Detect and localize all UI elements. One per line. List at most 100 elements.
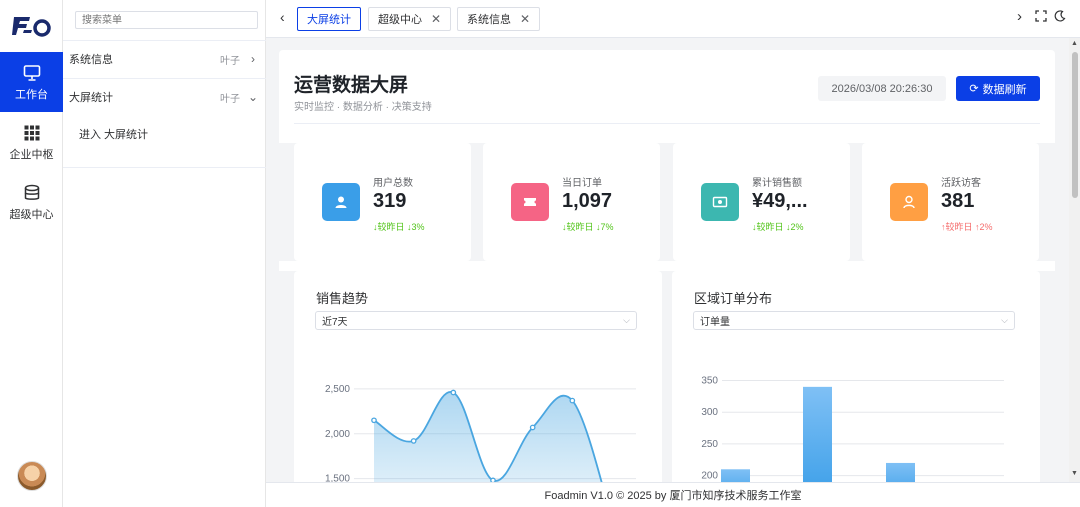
rail-item-workbench[interactable]: 工作台 (0, 52, 63, 112)
menu-item-label: 系统信息 (69, 54, 113, 66)
rail-item-label: 工作台 (15, 89, 48, 101)
rail-item-enterprise-hub[interactable]: 企业中枢 (0, 112, 63, 172)
database-icon (24, 184, 39, 200)
stat-card-sales[interactable]: 累计销售额 ¥49,... ↓较昨日 ↓2% (673, 143, 850, 261)
data-point (529, 424, 536, 431)
stat-cards: 用户总数 319 ↓较昨日 ↓3% 当日订单 1,097 ↓较昨日 ↓7% 累计… (279, 143, 1055, 261)
select-value: 近7天 (322, 317, 348, 328)
scrollbar-thumb[interactable] (1072, 52, 1078, 198)
money-icon (701, 183, 739, 221)
bar (803, 386, 832, 482)
page-title: 运营数据大屏 (294, 75, 409, 96)
chevron-right-icon: › (251, 52, 255, 66)
chart-cards: 销售趋势 近7天 ⌵ 1,500 2,000 2,500 区域订单分布 订单量 ⌵ … (279, 271, 1055, 482)
stat-name: 活跃访客 (941, 178, 981, 189)
stat-change: ↓较昨日 ↓3% (373, 222, 425, 232)
stat-value: ¥49,... (752, 190, 808, 212)
stat-card-users[interactable]: 用户总数 319 ↓较昨日 ↓3% (294, 143, 471, 261)
avatar[interactable] (17, 461, 47, 491)
chevron-down-icon: ⌵ (1001, 315, 1008, 325)
dashboard-panel: 运营数据大屏 实时监控 · 数据分析 · 决策支持 2026/03/08 20:… (279, 50, 1055, 482)
close-icon[interactable]: ✕ (520, 12, 530, 26)
divider (294, 123, 1040, 124)
tab-system-info[interactable]: 系统信息 ✕ (457, 7, 541, 31)
stat-card-visitors[interactable]: 活跃访客 381 ↑较昨日 ↑2% (862, 143, 1039, 261)
person-icon (890, 183, 928, 221)
stat-value: 381 (941, 190, 975, 212)
stat-value: 1,097 (562, 190, 613, 212)
region-orders-chart: 200 250 300 350 (701, 376, 1004, 482)
menu-item-tag: 叶子 (220, 55, 240, 67)
stat-name: 用户总数 (373, 178, 413, 189)
metric-select[interactable]: 订单量 ⌵ (693, 311, 1015, 330)
chevron-left-icon[interactable]: ‹ (280, 9, 285, 25)
y-tick-label: 2,000 (325, 429, 350, 440)
main-content: 运营数据大屏 实时监控 · 数据分析 · 决策支持 2026/03/08 20:… (266, 38, 1080, 482)
stat-value: 319 (373, 190, 407, 212)
stat-name: 累计销售额 (752, 178, 802, 189)
divider (63, 167, 266, 168)
close-icon[interactable]: ✕ (431, 12, 441, 26)
tab-label: 大屏统计 (307, 14, 351, 26)
select-value: 订单量 (700, 317, 730, 328)
data-point (371, 417, 377, 424)
sales-trend-chart: 1,500 2,000 2,500 (325, 384, 636, 482)
refresh-icon: ⟳ (969, 83, 979, 95)
stat-card-orders[interactable]: 当日订单 1,097 ↓较昨日 ↓7% (483, 143, 660, 261)
scroll-down-icon[interactable]: ▼ (1071, 470, 1078, 477)
app-logo[interactable] (12, 14, 52, 38)
menu-subitem-enter-big-screen[interactable]: 进入 大屏统计 (79, 126, 148, 142)
dark-mode-icon[interactable] (1054, 10, 1066, 25)
scroll-up-icon[interactable]: ▲ (1071, 40, 1078, 47)
rail-item-label: 企业中枢 (9, 149, 54, 161)
stat-change: ↓较昨日 ↓7% (562, 222, 614, 232)
menu-item-system-info[interactable]: 系统信息 叶子 › (63, 40, 266, 78)
y-tick-label: 2,500 (325, 384, 350, 395)
chevron-right-icon[interactable]: › (1017, 8, 1022, 25)
menu-search-input[interactable] (75, 11, 258, 29)
bar (721, 469, 750, 482)
menu-item-tag: 叶子 (220, 93, 240, 105)
data-point (450, 389, 457, 396)
footer: Foadmin V1.0 © 2025 by 厦门市知序技术服务工作室 (266, 482, 1080, 507)
grid-icon (24, 125, 39, 141)
monitor-icon (23, 65, 40, 81)
user-icon (322, 183, 360, 221)
chevron-down-icon: ⌵ (623, 315, 630, 325)
ticket-icon (511, 183, 549, 221)
y-tick-label: 300 (701, 407, 718, 418)
y-tick-label: 250 (701, 439, 718, 450)
datetime-display: 2026/03/08 20:26:30 (818, 76, 946, 101)
left-rail: 工作台 企业中枢 超级中心 (0, 0, 63, 507)
tab-bar: ‹ 大屏统计 超级中心 ✕ 系统信息 ✕ › (266, 0, 1080, 38)
card-title: 区域订单分布 (694, 291, 773, 306)
rail-item-super-center[interactable]: 超级中心 (0, 172, 63, 232)
refresh-label: 数据刷新 (982, 83, 1027, 96)
y-tick-label: 200 (701, 471, 718, 482)
tab-big-screen[interactable]: 大屏统计 (297, 7, 361, 31)
menu-item-label: 大屏统计 (69, 92, 113, 104)
bar (886, 462, 915, 482)
data-point (410, 438, 417, 444)
page-subtitle: 实时监控 · 数据分析 · 决策支持 (294, 102, 432, 113)
chevron-down-icon: ⌄ (248, 90, 259, 104)
data-point (569, 397, 576, 404)
sales-trend-card: 销售趋势 近7天 ⌵ 1,500 2,000 2,500 (294, 271, 662, 482)
tab-super-center[interactable]: 超级中心 ✕ (368, 7, 452, 31)
tab-label: 系统信息 (467, 14, 511, 26)
refresh-button[interactable]: ⟳ 数据刷新 (956, 76, 1040, 101)
y-tick-label: 350 (701, 376, 718, 387)
side-menu: 系统信息 叶子 › 大屏统计 叶子 ⌄ 进入 大屏统计 (63, 0, 266, 507)
stat-name: 当日订单 (562, 178, 602, 189)
stat-change: ↑较昨日 ↑2% (941, 222, 993, 232)
rail-item-label: 超级中心 (9, 209, 54, 221)
stat-change: ↓较昨日 ↓2% (752, 222, 804, 232)
region-orders-card: 区域订单分布 订单量 ⌵ 200 250 300 350 (672, 271, 1040, 482)
y-tick-label: 1,500 (325, 474, 350, 482)
menu-item-big-screen[interactable]: 大屏统计 叶子 ⌄ (63, 78, 266, 116)
card-title: 销售趋势 (316, 291, 369, 306)
scrollbar[interactable]: ▲ ▼ (1069, 38, 1080, 482)
tab-label: 超级中心 (378, 14, 422, 26)
fullscreen-icon[interactable] (1035, 10, 1047, 25)
range-select[interactable]: 近7天 ⌵ (315, 311, 637, 330)
